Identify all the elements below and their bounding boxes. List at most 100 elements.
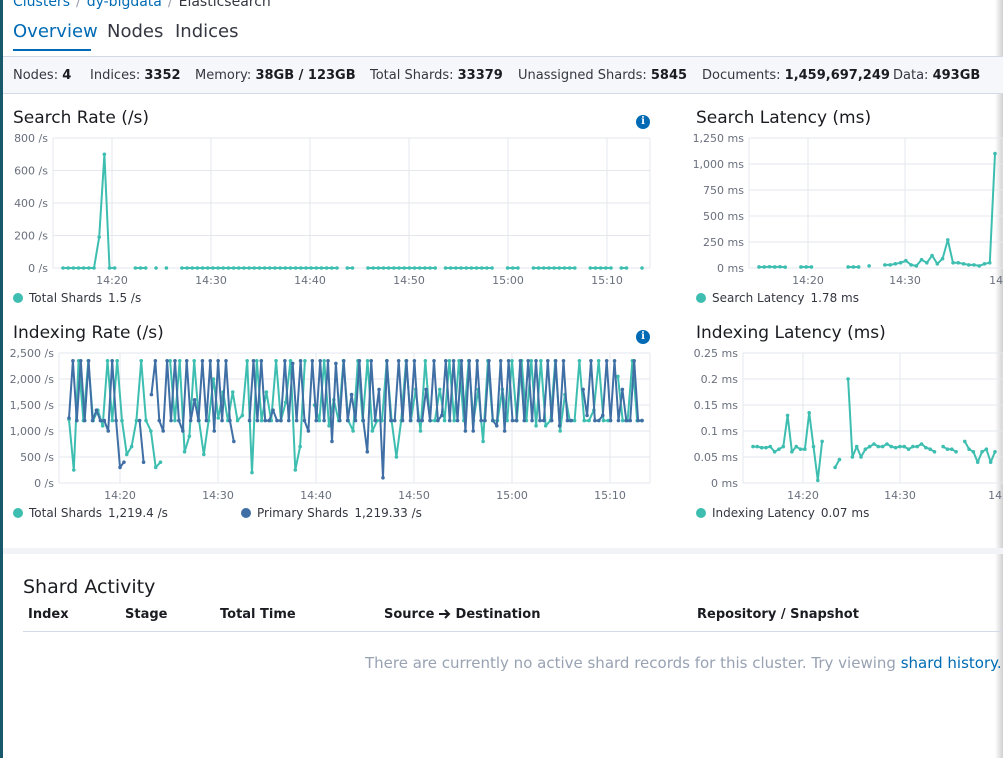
- data-point: [557, 424, 562, 428]
- data-point: [283, 266, 288, 270]
- data-point: [485, 266, 489, 270]
- indexing-rate-legend-primary[interactable]: Primary Shards 1,219.33 /s: [241, 506, 422, 520]
- indexing-latency-legend[interactable]: Indexing Latency 0.07 ms: [696, 506, 869, 520]
- data-point: [534, 359, 538, 363]
- x-tick-label: 15:10: [594, 489, 626, 502]
- series-line: [63, 154, 642, 268]
- data-point: [572, 266, 577, 270]
- x-tick-label: 14:30: [195, 274, 227, 287]
- y-tick-label: 250 ms: [703, 236, 744, 249]
- data-point: [141, 460, 146, 464]
- data-point: [283, 359, 287, 363]
- column-header-index[interactable]: Index: [28, 607, 69, 622]
- data-point: [798, 447, 803, 451]
- data-point: [616, 418, 621, 423]
- tab-nodes[interactable]: Nodes: [107, 21, 163, 42]
- data-point: [324, 266, 329, 270]
- data-point: [195, 266, 200, 270]
- table-header-divider: [23, 631, 1003, 632]
- data-point: [557, 266, 562, 270]
- legend-swatch: [241, 508, 251, 518]
- data-point: [87, 266, 91, 270]
- data-point: [66, 266, 70, 270]
- tab-indices[interactable]: Indices: [175, 21, 239, 42]
- data-point: [196, 418, 201, 423]
- data-point: [271, 408, 275, 412]
- data-point: [436, 418, 440, 423]
- data-point: [632, 359, 636, 363]
- data-point: [263, 418, 268, 423]
- data-point: [424, 387, 428, 392]
- shard-history-link[interactable]: shard history.: [901, 654, 1002, 672]
- data-point: [915, 444, 920, 449]
- data-point: [169, 418, 173, 423]
- data-point: [139, 359, 144, 363]
- data-point: [416, 418, 421, 423]
- indexing-rate-chart[interactable]: 0 /s 500 /s 1,000 /s 1,500 /s 2,000 /s 2,500 …: [0, 345, 660, 505]
- data-point: [381, 476, 385, 480]
- data-point: [115, 359, 119, 363]
- data-point: [993, 151, 997, 156]
- data-point: [543, 424, 548, 428]
- data-point: [309, 266, 313, 270]
- data-point: [231, 266, 236, 270]
- data-point: [158, 460, 163, 464]
- data-point: [966, 263, 971, 267]
- data-point: [914, 264, 919, 268]
- info-icon[interactable]: i: [636, 115, 650, 129]
- data-point: [240, 413, 245, 418]
- indexing-latency-chart[interactable]: 0 ms 0.05 ms 0.1 ms 0.15 ms 0.2 ms 0.25 ms 14:…: [690, 345, 1003, 505]
- data-point: [767, 264, 772, 269]
- search-rate-legend[interactable]: Total Shards 1.5 /s: [13, 291, 141, 305]
- data-point: [412, 359, 417, 363]
- active-tab-underline: [13, 49, 91, 51]
- indexing-rate-legend-total[interactable]: Total Shards 1,219.4 /s: [13, 506, 168, 520]
- data-point: [636, 418, 640, 423]
- x-tick-label: 14:50: [398, 489, 430, 502]
- tab-overview[interactable]: Overview: [13, 21, 98, 42]
- column-header-total-time[interactable]: Total Time: [220, 607, 296, 622]
- data-point: [510, 266, 515, 270]
- data-point: [319, 266, 324, 270]
- column-header-repository-snapshot[interactable]: Repository / Snapshot: [697, 607, 859, 622]
- data-point: [114, 418, 118, 423]
- data-point: [314, 418, 319, 423]
- data-point: [350, 266, 355, 270]
- data-point: [67, 416, 71, 420]
- data-point: [902, 444, 907, 449]
- data-point: [182, 450, 187, 454]
- data-point: [807, 411, 811, 415]
- breadcrumb-clusters[interactable]: Clusters: [13, 0, 70, 10]
- data-point: [620, 418, 625, 423]
- data-point: [928, 447, 932, 451]
- summary-indices: Indices: 3352: [90, 68, 181, 83]
- column-header-source-destination[interactable]: Source Destination: [384, 607, 540, 622]
- column-header-stage[interactable]: Stage: [125, 607, 167, 622]
- y-tick-label: 0.05 ms: [694, 451, 739, 464]
- data-point: [279, 418, 283, 423]
- search-latency-chart[interactable]: 0 ms 250 ms 500 ms 750 ms 1,000 ms 1,250 ms 14…: [690, 130, 1003, 290]
- data-point: [945, 447, 950, 451]
- data-point: [365, 359, 370, 363]
- data-point: [967, 447, 971, 451]
- search-latency-legend[interactable]: Search Latency 1.78 ms: [696, 291, 859, 305]
- data-point: [122, 460, 126, 464]
- data-point: [304, 266, 308, 270]
- data-point: [299, 266, 303, 270]
- data-point: [314, 266, 319, 270]
- search-rate-chart[interactable]: 0 /s 200 /s 400 /s 600 /s 800 /s 14:20 14:30 14…: [0, 130, 660, 290]
- data-point: [946, 238, 950, 242]
- breadcrumb-cluster[interactable]: dy-bigdata: [87, 0, 162, 10]
- data-point: [479, 418, 483, 423]
- data-point: [144, 418, 148, 423]
- y-tick-label: 0.1 ms: [701, 425, 739, 438]
- data-point: [980, 450, 984, 454]
- data-point: [759, 445, 764, 450]
- data-point: [236, 266, 241, 270]
- info-icon[interactable]: i: [636, 330, 650, 344]
- legend-label: Indexing Latency: [712, 506, 815, 520]
- y-tick-label: 1,500 /s: [10, 399, 55, 412]
- data-point: [402, 266, 406, 270]
- y-tick-label: 2,000 /s: [10, 373, 55, 386]
- data-point: [851, 265, 856, 269]
